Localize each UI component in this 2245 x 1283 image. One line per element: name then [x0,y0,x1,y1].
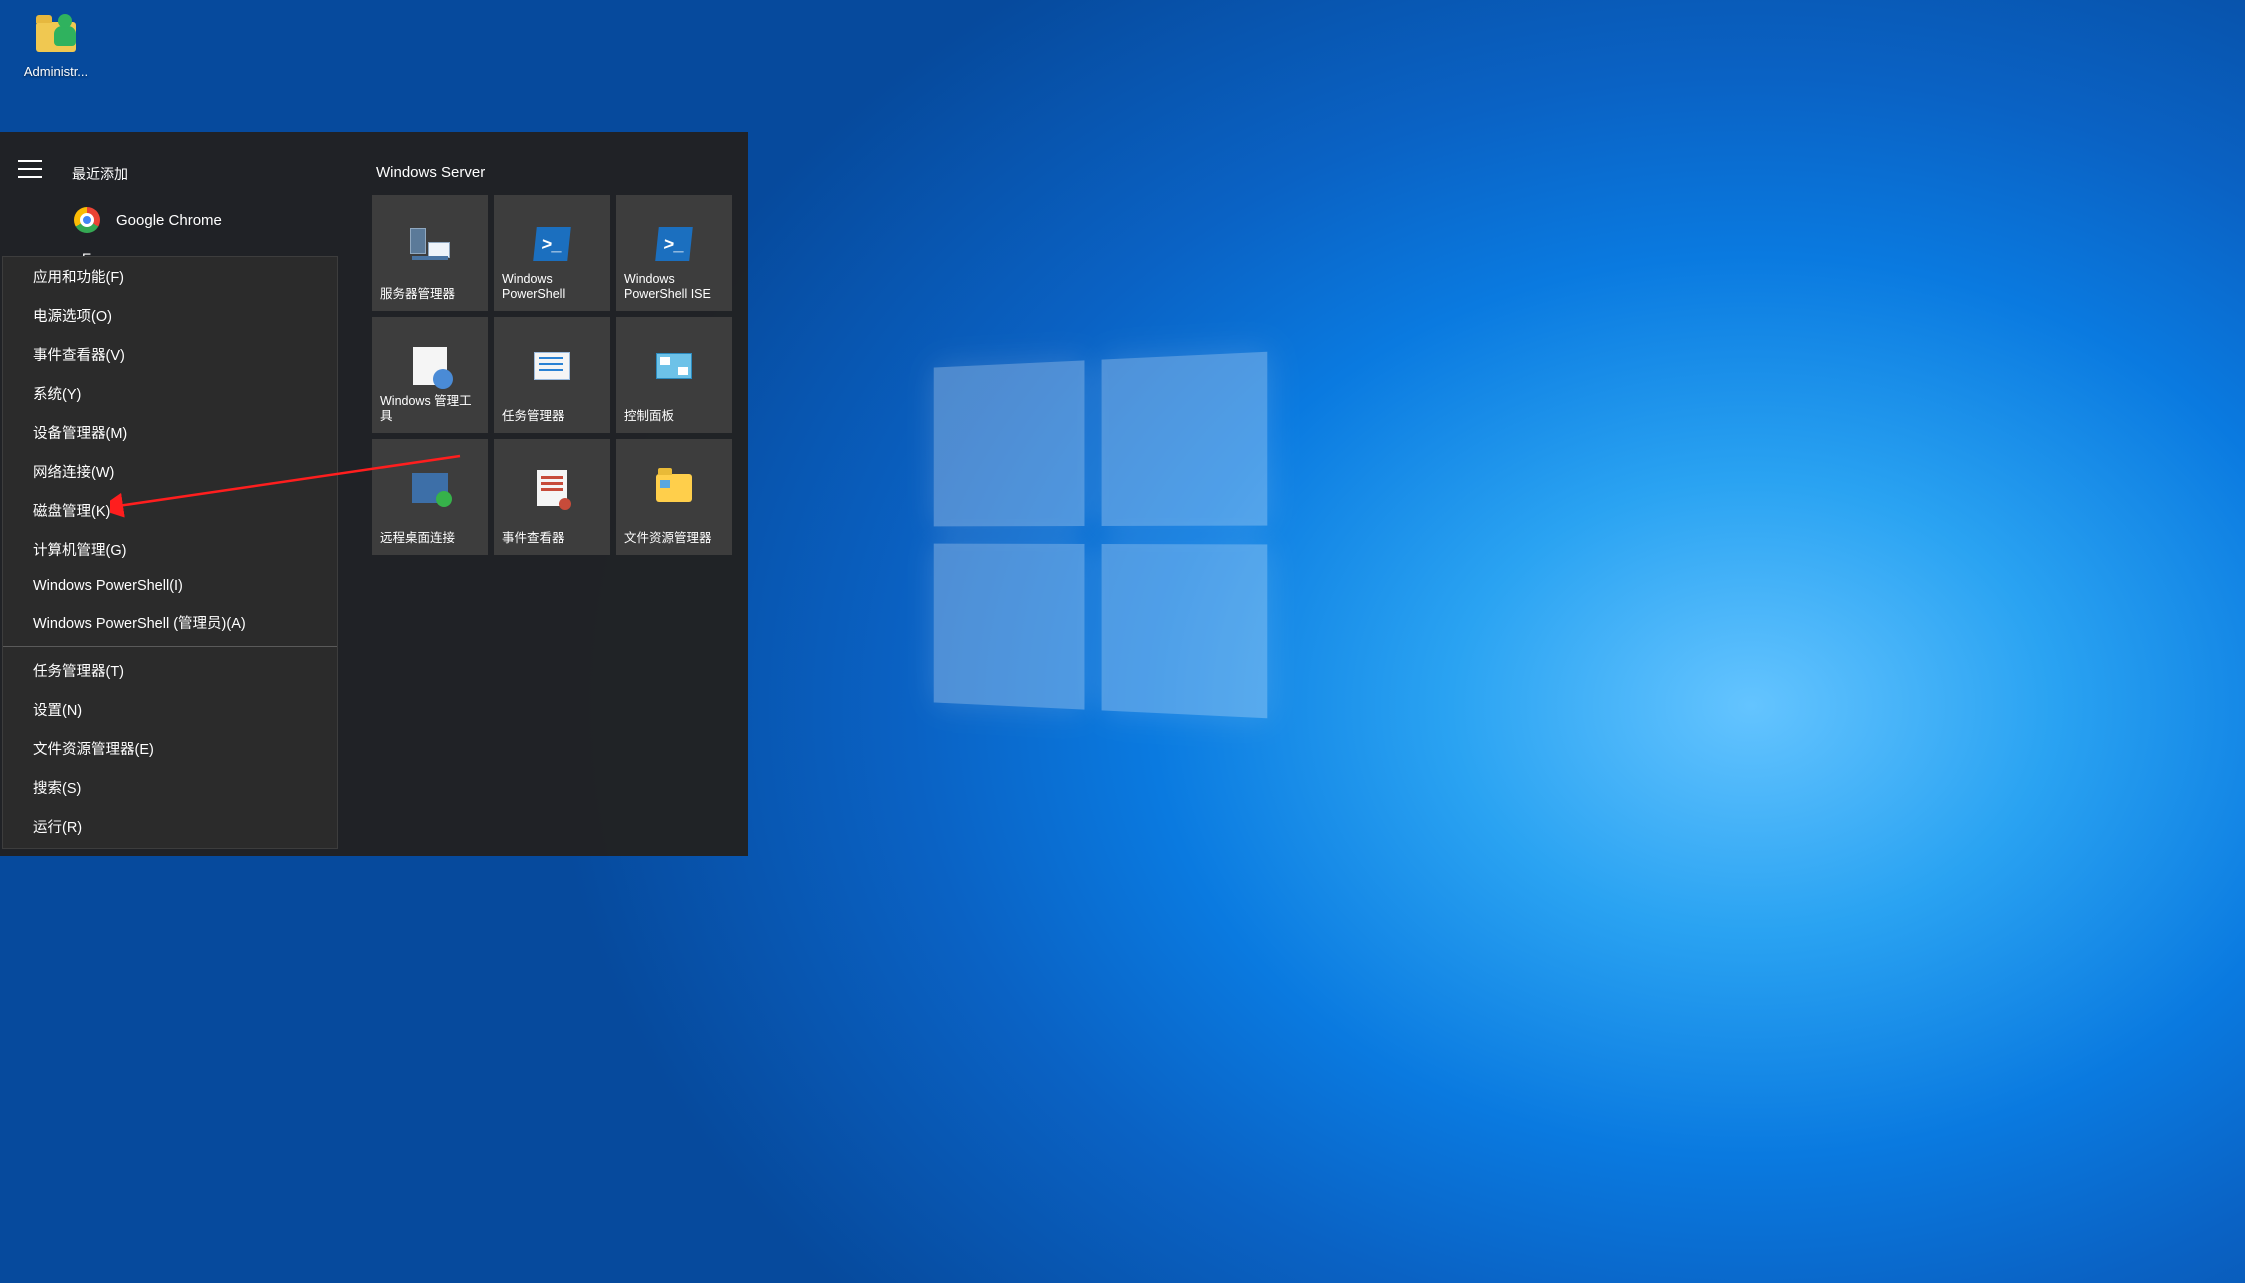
menu-item-label: 计算机管理(G) [33,543,126,559]
menu-item-label: 网络连接(W) [33,465,114,481]
tile-powershell-ise[interactable]: >_ Windows PowerShell ISE [616,195,732,311]
winx-powershell[interactable]: Windows PowerShell(I) [3,569,337,603]
admin-tools-icon [408,344,452,388]
winx-system[interactable]: 系统(Y) [3,374,337,413]
menu-item-label: 磁盘管理(K) [33,504,110,520]
winx-menu: 应用和功能(F) 电源选项(O) 事件查看器(V) 系统(Y) 设备管理器(M)… [2,256,338,849]
desktop-icon-administrator[interactable]: Administr... [8,8,104,79]
winx-apps-features[interactable]: 应用和功能(F) [3,257,337,296]
task-manager-icon [530,344,574,388]
menu-item-label: 运行(R) [33,820,82,836]
menu-item-label: 文件资源管理器(E) [33,742,154,758]
tile-label: 任务管理器 [502,409,602,425]
menu-item-label: Windows PowerShell(I) [33,578,183,594]
tile-label: Windows PowerShell ISE [624,272,724,303]
powershell-icon: >_ [530,222,574,266]
start-tiles: Windows Server 服务器管理器 >_ Windows PowerSh… [356,132,748,856]
chrome-icon [72,205,102,235]
winx-file-explorer[interactable]: 文件资源管理器(E) [3,729,337,768]
winx-search[interactable]: 搜索(S) [3,768,337,807]
winx-power-options[interactable]: 电源选项(O) [3,296,337,335]
powershell-ise-icon: >_ [652,222,696,266]
winx-computer-management[interactable]: 计算机管理(G) [3,530,337,569]
menu-item-label: 搜索(S) [33,781,81,797]
event-viewer-icon [530,466,574,510]
tile-label: 控制面板 [624,409,724,425]
tile-label: 事件查看器 [502,531,602,547]
tile-remote-desktop[interactable]: 远程桌面连接 [372,439,488,555]
desktop-icon-label: Administr... [8,64,104,79]
hamburger-icon[interactable] [18,160,42,178]
winx-event-viewer[interactable]: 事件查看器(V) [3,335,337,374]
windows-logo-wallpaper [934,352,1268,719]
tile-file-explorer[interactable]: 文件资源管理器 [616,439,732,555]
winx-settings[interactable]: 设置(N) [3,690,337,729]
tile-admin-tools[interactable]: Windows 管理工具 [372,317,488,433]
tile-control-panel[interactable]: 控制面板 [616,317,732,433]
tile-grid: 服务器管理器 >_ Windows PowerShell >_ Windows … [372,195,732,555]
tile-event-viewer[interactable]: 事件查看器 [494,439,610,555]
menu-item-label: 设置(N) [33,703,82,719]
user-folder-icon [30,8,82,60]
menu-item-label: 电源选项(O) [33,309,112,325]
remote-desktop-icon [408,466,452,510]
tile-label: Windows PowerShell [502,272,602,303]
winx-disk-management[interactable]: 磁盘管理(K) [3,491,337,530]
menu-item-label: 事件查看器(V) [33,348,125,364]
menu-item-label: 设备管理器(M) [33,426,127,442]
tile-label: 文件资源管理器 [624,531,724,547]
file-explorer-icon [652,466,696,510]
tile-powershell[interactable]: >_ Windows PowerShell [494,195,610,311]
control-panel-icon [652,344,696,388]
server-manager-icon [408,222,452,266]
tile-server-manager[interactable]: 服务器管理器 [372,195,488,311]
desktop-background[interactable]: Administr... 最近添加 Google Chrome E Window… [0,0,2245,1283]
tile-task-manager[interactable]: 任务管理器 [494,317,610,433]
winx-device-manager[interactable]: 设备管理器(M) [3,413,337,452]
menu-divider [3,646,337,647]
tile-group-title: Windows Server [372,158,732,195]
app-label: Google Chrome [116,212,222,229]
winx-run[interactable]: 运行(R) [3,807,337,846]
app-google-chrome[interactable]: Google Chrome [58,198,356,242]
menu-item-label: 应用和功能(F) [33,270,124,286]
menu-item-label: 任务管理器(T) [33,664,124,680]
winx-network-connections[interactable]: 网络连接(W) [3,452,337,491]
winx-powershell-admin[interactable]: Windows PowerShell (管理员)(A) [3,603,337,642]
tile-label: 远程桌面连接 [380,531,480,547]
tile-label: 服务器管理器 [380,287,480,303]
menu-item-label: Windows PowerShell (管理员)(A) [33,616,246,632]
menu-item-label: 系统(Y) [33,387,81,403]
winx-task-manager[interactable]: 任务管理器(T) [3,651,337,690]
tile-label: Windows 管理工具 [380,394,480,425]
recent-added-header: 最近添加 [58,158,356,198]
